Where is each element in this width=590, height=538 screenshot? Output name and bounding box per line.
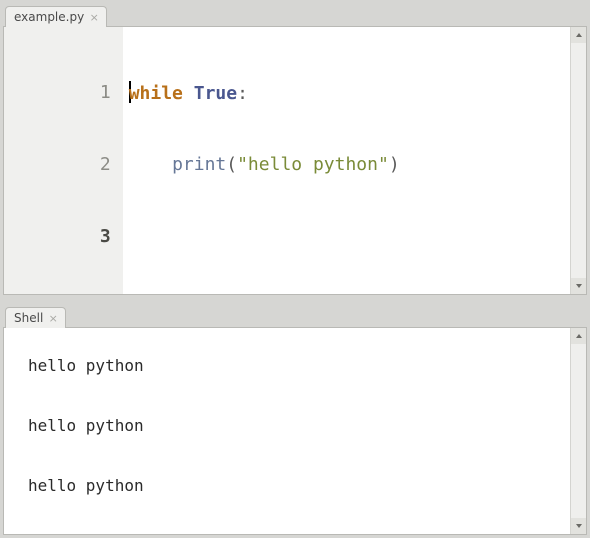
token-space [183,83,194,104]
shell-tab-label: Shell [14,311,43,325]
scroll-track[interactable] [571,43,586,278]
token-indent [129,154,172,175]
code-editor[interactable]: 1 2 3 while True: print("hello python") [4,27,570,294]
line-number: 1 [24,81,111,105]
shell-tab[interactable]: Shell × [5,307,66,328]
editor-tab-examplepy[interactable]: example.py × [5,6,107,27]
token-punct: ( [226,154,237,175]
shell-pane: Shell × hello python hello python hello … [0,301,590,538]
close-icon[interactable]: × [47,312,59,324]
code-area[interactable]: while True: print("hello python") [123,27,400,294]
scroll-up-icon[interactable] [571,27,587,43]
shell-scrollbar[interactable] [570,328,586,534]
line-number: 3 [24,225,111,249]
editor-tab-label: example.py [14,10,84,24]
token-punct: : [237,83,248,104]
shell-content: hello python hello python hello python h… [3,327,587,535]
editor-tabbar: example.py × [3,3,587,26]
token-string: "hello python" [237,154,389,175]
code-line [129,225,400,249]
shell-tabbar: Shell × [3,304,587,327]
scroll-down-icon[interactable] [571,278,587,294]
shell-output-line: hello python [28,416,570,436]
token-boolean: True [194,83,237,104]
token-keyword: while [129,83,183,104]
scroll-down-icon[interactable] [571,518,587,534]
shell-output-line: hello python [28,356,570,376]
token-punct: ) [389,154,400,175]
scroll-up-icon[interactable] [571,328,587,344]
code-line: print("hello python") [129,153,400,177]
editor-scrollbar[interactable] [570,27,586,294]
code-line: while True: [129,81,400,105]
close-icon[interactable]: × [88,11,100,23]
shell-output-line: hello python [28,476,570,496]
line-number-gutter: 1 2 3 [4,27,123,294]
line-number: 2 [24,153,111,177]
scroll-track[interactable] [571,344,586,518]
token-function: print [172,154,226,175]
shell-output[interactable]: hello python hello python hello python h… [4,328,570,534]
editor-content: 1 2 3 while True: print("hello python") [3,26,587,295]
editor-pane: example.py × 1 2 3 while True: print("he… [0,0,590,301]
